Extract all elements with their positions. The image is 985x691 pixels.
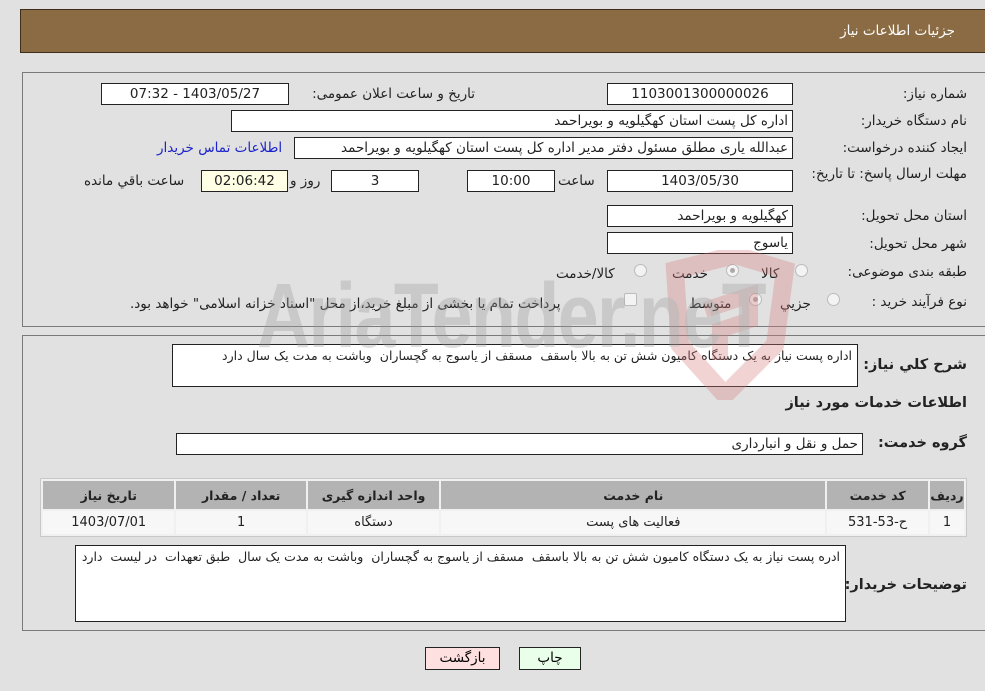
table-header-row: ردیف کد خدمت نام خدمت واحد اندازه گیری ت…	[43, 481, 964, 509]
page-header: جزئیات اطلاعات نیاز	[20, 9, 985, 53]
cell-service-code: ح-53-531	[827, 511, 928, 534]
col-row-number: ردیف	[929, 481, 964, 509]
col-unit: واحد اندازه گیری	[307, 481, 440, 509]
services-heading: اطلاعات خدمات مورد نیاز	[785, 395, 967, 411]
city-field: یاسوج	[607, 232, 793, 254]
process-radio-medium[interactable]	[749, 293, 762, 306]
deadline-time-field: 10:00	[467, 170, 555, 192]
process-option-medium: متوسط	[689, 296, 732, 312]
deadline-time-label: ساعت	[558, 173, 595, 189]
page-title: جزئیات اطلاعات نیاز	[840, 23, 955, 39]
process-option-minor: جزيي	[780, 296, 811, 312]
category-label: طبقه بندی موضوعی:	[847, 264, 967, 280]
summary-textarea[interactable]: اداره پست نیاز به یک دستگاه کامیون شش تن…	[172, 344, 858, 387]
col-need-date: تاریخ نیاز	[43, 481, 175, 509]
deadline-label: مهلت ارسال پاسخ: تا تاریخ:	[811, 166, 967, 182]
cell-row-number: 1	[929, 511, 964, 534]
treasury-payment-note: پرداخت تمام یا بخشی از مبلغ خرید،از محل …	[130, 296, 561, 312]
days-label: روز و	[290, 173, 321, 189]
announce-datetime-field: 1403/05/27 - 07:32	[101, 83, 289, 105]
category-option-service: خدمت	[672, 266, 708, 282]
time-remaining-field: 02:06:42	[201, 170, 288, 192]
cell-quantity: 1	[176, 511, 306, 534]
province-label: استان محل تحویل:	[861, 208, 967, 224]
back-button[interactable]: بازگشت	[425, 647, 500, 670]
need-number-label: شماره نیاز:	[902, 86, 967, 102]
category-radio-service[interactable]	[726, 264, 739, 277]
category-option-goods-service: کالا/خدمت	[556, 266, 615, 282]
category-radio-goods-service[interactable]	[634, 264, 647, 277]
announce-datetime-label: تاریخ و ساعت اعلان عمومی:	[312, 86, 475, 102]
cell-service-name: فعالیت های پست	[441, 511, 826, 534]
process-radio-minor[interactable]	[827, 293, 840, 306]
cell-unit: دستگاه	[307, 511, 440, 534]
col-quantity: تعداد / مقدار	[176, 481, 306, 509]
col-service-code: کد خدمت	[827, 481, 928, 509]
creator-label: ایجاد کننده درخواست:	[842, 140, 967, 156]
city-label: شهر محل تحویل:	[869, 236, 967, 252]
category-option-goods: کالا	[761, 266, 780, 282]
services-table: ردیف کد خدمت نام خدمت واحد اندازه گیری ت…	[40, 478, 967, 537]
need-number-field: 1103001300000026	[607, 83, 793, 105]
service-group-field: حمل و نقل و انبارداری	[176, 433, 863, 455]
buyer-org-label: نام دستگاه خریدار:	[860, 113, 967, 129]
time-remaining-label: ساعت باقي مانده	[84, 173, 185, 189]
buyer-notes-label: توضیحات خریدار:	[844, 577, 967, 593]
table-row: 1 ح-53-531 فعالیت های پست دستگاه 1 1403/…	[43, 511, 964, 534]
summary-label: شرح كلي نياز:	[863, 357, 967, 373]
print-button[interactable]: چاپ	[519, 647, 581, 670]
cell-need-date: 1403/07/01	[43, 511, 175, 534]
service-group-label: گروه خدمت:	[877, 435, 967, 451]
creator-field: عبدالله یاری مطلق مسئول دفتر مدیر اداره …	[294, 137, 793, 159]
buyer-contact-link[interactable]: اطلاعات تماس خریدار	[157, 140, 282, 156]
category-radio-goods[interactable]	[795, 264, 808, 277]
buyer-org-field: اداره کل پست استان کهگیلویه و بویراحمد	[231, 110, 793, 132]
deadline-date-field: 1403/05/30	[607, 170, 793, 192]
process-type-label: نوع فرآیند خرید :	[871, 294, 967, 310]
treasury-payment-checkbox[interactable]	[624, 293, 637, 306]
col-service-name: نام خدمت	[441, 481, 826, 509]
province-field: کهگیلویه و بویراحمد	[607, 205, 793, 227]
buyer-notes-textarea[interactable]: ادره پست نیاز به یک دستگاه کامیون شش تن …	[75, 545, 846, 622]
days-remaining-field: 3	[331, 170, 419, 192]
